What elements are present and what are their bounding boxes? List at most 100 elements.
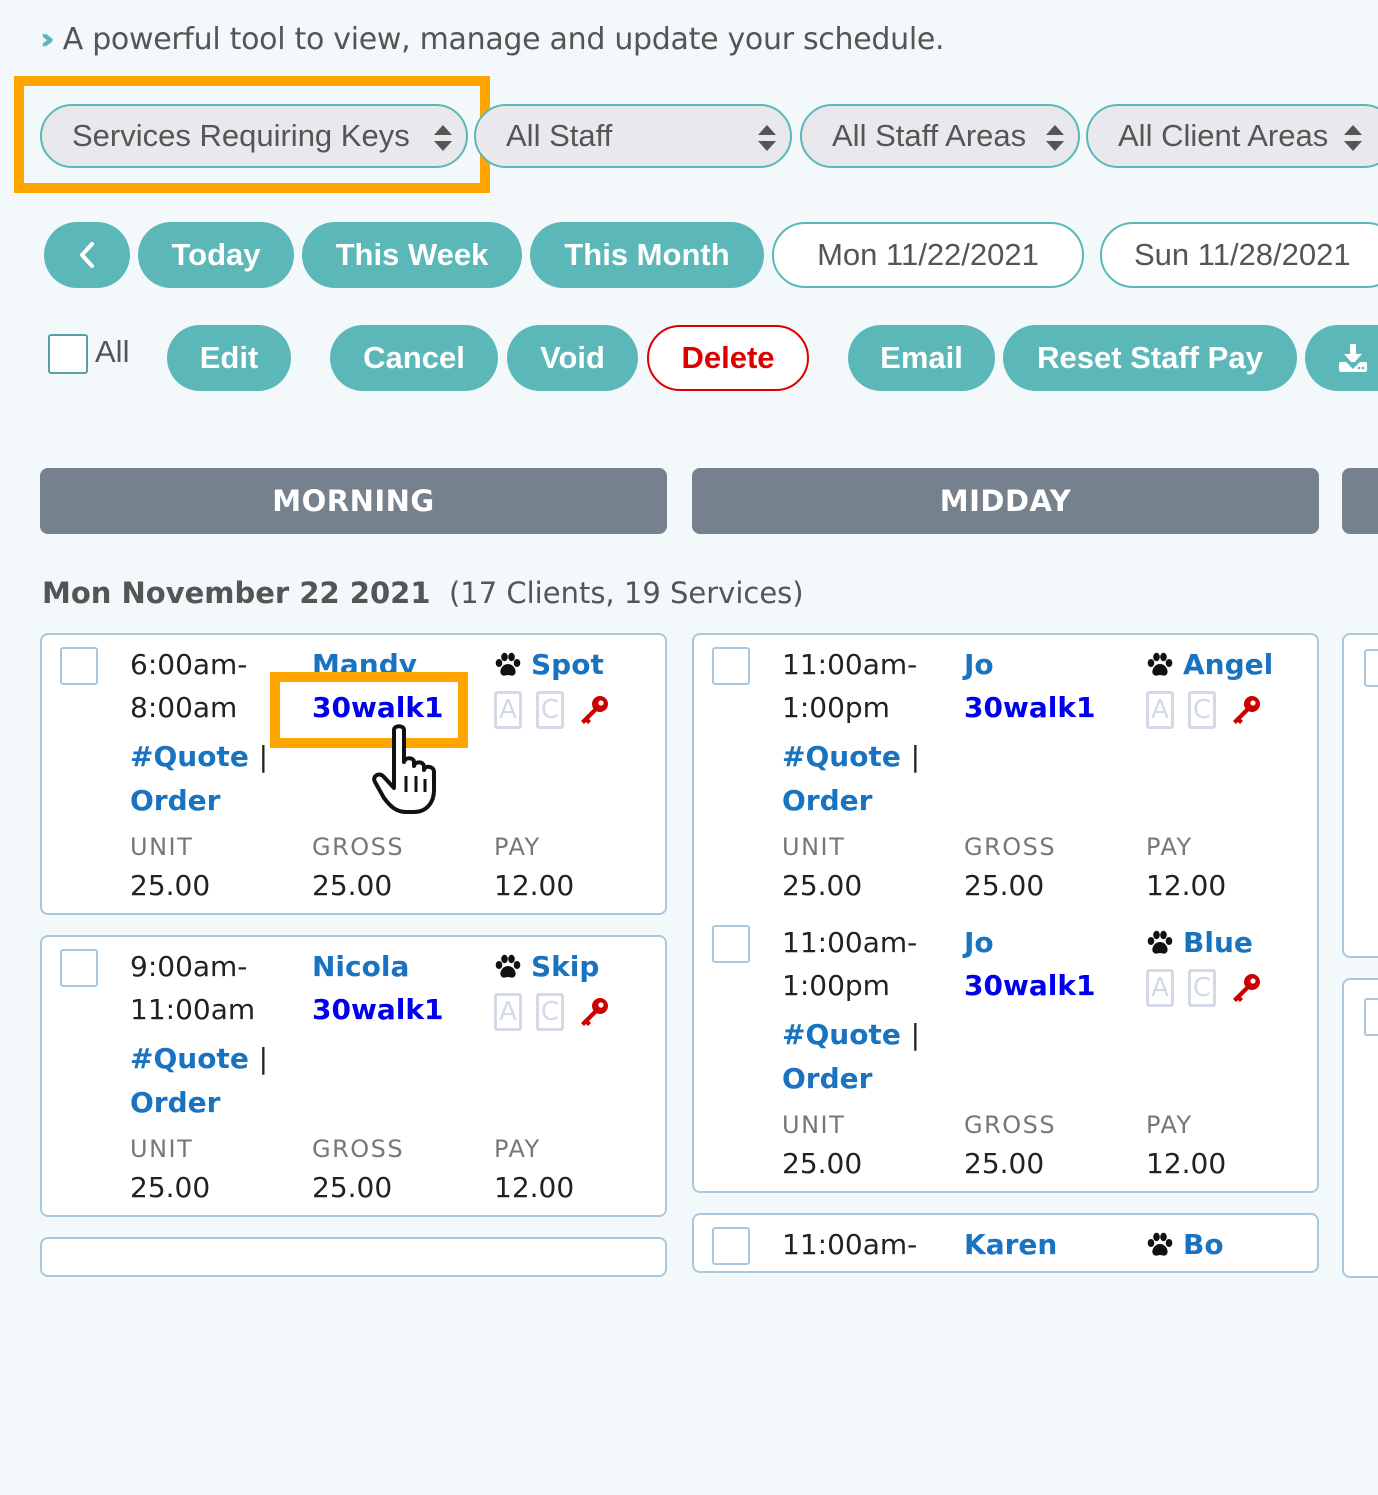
service-entry: 11:00am- 1:00pm Jo 30walk1 Blue A C #Quote | Ord… xyxy=(692,911,1319,1193)
service-filter-value: Services Requiring Keys xyxy=(72,118,410,153)
service-checkbox[interactable] xyxy=(712,1227,750,1265)
edit-button[interactable]: Edit xyxy=(167,325,291,391)
client-link[interactable]: Jo xyxy=(964,921,994,964)
time-start: 11:00am- xyxy=(782,648,918,681)
paw-icon xyxy=(1147,652,1173,676)
service-checkbox[interactable] xyxy=(60,647,98,685)
service-checkbox[interactable] xyxy=(1364,649,1378,687)
email-button[interactable]: Email xyxy=(848,325,995,391)
time-end: 1:00pm xyxy=(782,691,890,724)
pet-link[interactable]: Blue xyxy=(1146,921,1253,964)
client-area-filter-select[interactable]: All Client Areas xyxy=(1086,104,1378,168)
void-button[interactable]: Void xyxy=(507,325,638,391)
gross-label: GROSS xyxy=(312,1135,405,1163)
client-area-filter-value: All Client Areas xyxy=(1118,118,1329,153)
unit-value: 25.00 xyxy=(130,869,211,902)
staff-filter-value: All Staff xyxy=(506,118,613,153)
pet-name: Angel xyxy=(1183,648,1274,681)
section-afternoon xyxy=(1342,468,1378,534)
download-button[interactable] xyxy=(1305,325,1378,391)
service-card xyxy=(1342,633,1378,958)
unit-value: 25.00 xyxy=(782,869,863,902)
time-start: 6:00am- xyxy=(130,648,248,681)
order-link[interactable]: Order xyxy=(782,784,872,817)
pay-label: PAY xyxy=(1146,833,1193,861)
badge-a[interactable]: A xyxy=(1146,691,1174,729)
quote-order-links: #Quote | Order xyxy=(130,1037,268,1125)
pet-link[interactable]: Skip xyxy=(494,945,599,988)
badge-c[interactable]: C xyxy=(1188,691,1216,729)
service-checkbox[interactable] xyxy=(60,949,98,987)
pet-name: Blue xyxy=(1183,926,1253,959)
prev-period-button[interactable] xyxy=(44,222,130,288)
tagline-text: A powerful tool to view, manage and upda… xyxy=(62,22,945,57)
paw-icon xyxy=(495,954,521,978)
gross-value: 25.00 xyxy=(964,869,1045,902)
service-time: 11:00am- 1:00pm xyxy=(782,643,917,729)
chevron-left-icon xyxy=(80,242,94,268)
paw-icon xyxy=(495,652,521,676)
badge-c[interactable]: C xyxy=(536,993,564,1031)
key-icon xyxy=(1233,974,1260,1002)
order-link[interactable]: Order xyxy=(782,1062,872,1095)
pet-link[interactable]: Spot xyxy=(494,643,604,686)
reset-staff-pay-button[interactable]: Reset Staff Pay xyxy=(1003,325,1297,391)
service-badges: AC xyxy=(494,993,610,1031)
client-link[interactable]: Karen xyxy=(964,1223,1057,1266)
pet-link[interactable]: Angel xyxy=(1146,643,1273,686)
link-separator: | xyxy=(910,1018,920,1051)
badge-a[interactable]: A xyxy=(494,993,522,1031)
unit-label: UNIT xyxy=(130,833,194,861)
end-date-input[interactable]: Sun 11/28/2021 xyxy=(1100,222,1378,288)
cancel-button[interactable]: Cancel xyxy=(330,325,498,391)
double-chevron-right-icon: ›› xyxy=(40,22,54,57)
quote-link[interactable]: #Quote xyxy=(130,1042,249,1075)
link-separator: | xyxy=(910,740,920,773)
download-icon xyxy=(1339,344,1367,372)
quote-order-links: #Quote | Order xyxy=(782,735,920,823)
paw-icon xyxy=(1147,930,1173,954)
this-month-button[interactable]: This Month xyxy=(530,222,764,288)
staff-area-filter-select[interactable]: All Staff Areas xyxy=(800,104,1080,168)
key-icon xyxy=(581,998,608,1026)
delete-button[interactable]: Delete xyxy=(647,325,809,391)
order-link[interactable]: Order xyxy=(130,1086,220,1119)
start-date-input[interactable]: Mon 11/22/2021 xyxy=(772,222,1084,288)
service-checkbox[interactable] xyxy=(712,925,750,963)
service-badges: AC xyxy=(1146,691,1262,729)
gross-value: 25.00 xyxy=(964,1147,1045,1180)
badge-a[interactable]: A xyxy=(494,691,522,729)
tagline: ›› A powerful tool to view, manage and u… xyxy=(40,22,945,57)
today-button[interactable]: Today xyxy=(138,222,294,288)
service-link[interactable]: 30walk1 xyxy=(312,988,443,1031)
updown-arrows-icon xyxy=(758,125,776,151)
service-filter-select[interactable]: Services Requiring Keys xyxy=(40,104,468,168)
badge-a[interactable]: A xyxy=(1146,969,1174,1007)
badge-c[interactable]: C xyxy=(1188,969,1216,1007)
time-start: 11:00am- xyxy=(782,926,918,959)
gross-label: GROSS xyxy=(964,1111,1057,1139)
unit-value: 25.00 xyxy=(130,1171,211,1204)
staff-filter-select[interactable]: All Staff xyxy=(474,104,792,168)
service-link[interactable]: 30walk1 xyxy=(964,964,1095,1007)
quote-link[interactable]: #Quote xyxy=(782,1018,901,1051)
time-start: 11:00am- xyxy=(782,1228,918,1261)
day-date: Mon November 22 2021 xyxy=(42,576,431,610)
unit-label: UNIT xyxy=(130,1135,194,1163)
quote-link[interactable]: #Quote xyxy=(130,740,249,773)
pet-link[interactable]: Bo xyxy=(1146,1223,1224,1266)
time-end: 8:00am xyxy=(130,691,238,724)
order-link[interactable]: Order xyxy=(130,784,220,817)
service-link[interactable]: 30walk1 xyxy=(964,686,1095,729)
service-checkbox[interactable] xyxy=(1364,998,1378,1036)
key-icon xyxy=(1233,696,1260,724)
service-time: 11:00am- xyxy=(782,1223,917,1266)
this-week-button[interactable]: This Week xyxy=(302,222,522,288)
badge-c[interactable]: C xyxy=(536,691,564,729)
quote-link[interactable]: #Quote xyxy=(782,740,901,773)
client-link[interactable]: Jo xyxy=(964,643,994,686)
service-checkbox[interactable] xyxy=(712,647,750,685)
paw-icon xyxy=(1147,1232,1173,1256)
client-link[interactable]: Nicola xyxy=(312,945,409,988)
select-all-checkbox[interactable] xyxy=(48,334,88,374)
